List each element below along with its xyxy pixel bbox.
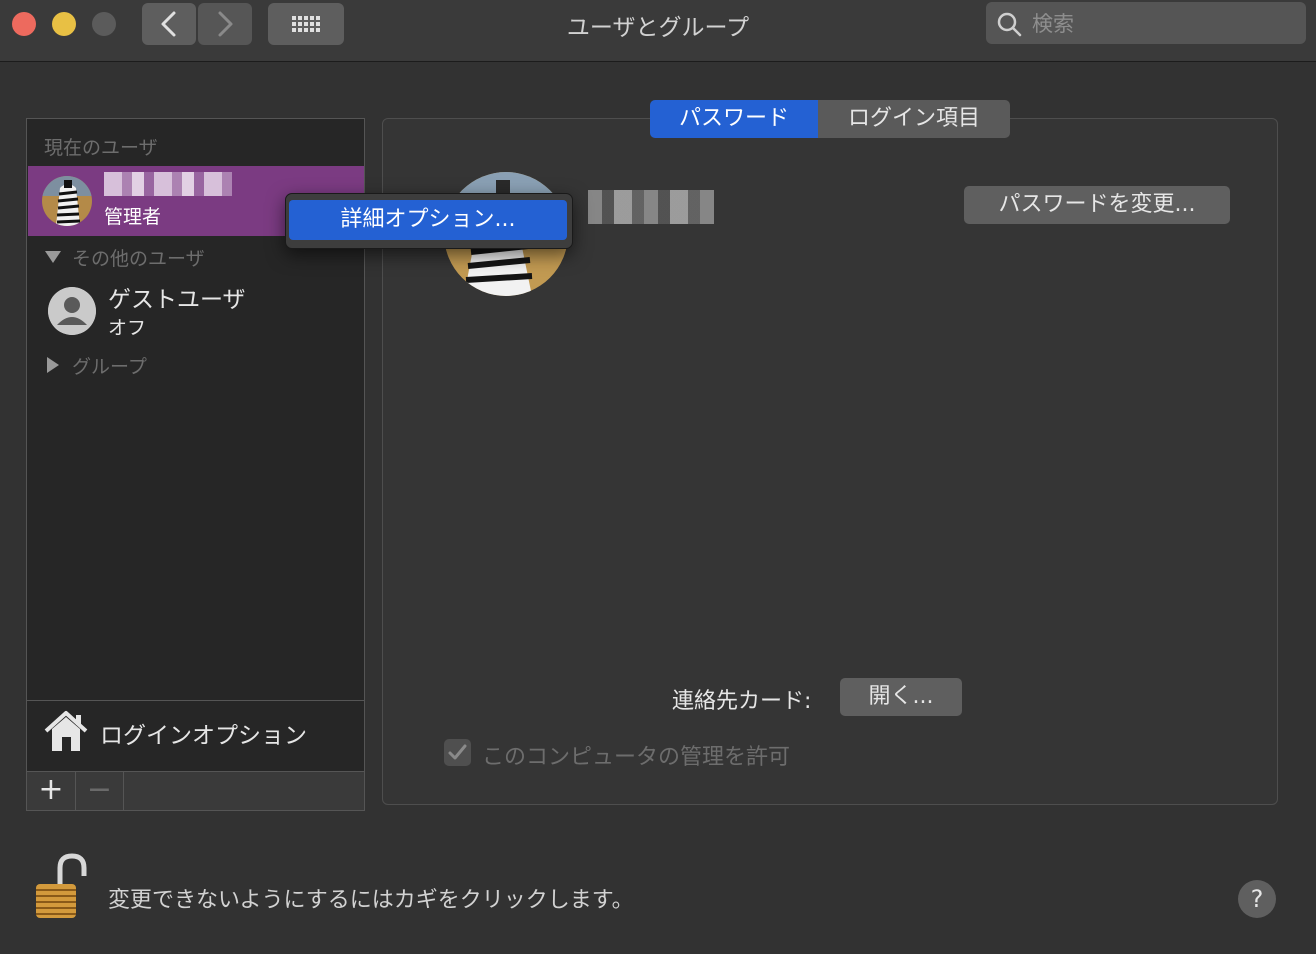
open-contact-card-button[interactable]: 開く... <box>840 678 962 716</box>
contact-card-label: 連絡先カード: <box>672 689 812 714</box>
minimize-window-button[interactable] <box>52 12 76 36</box>
current-user-name-redacted <box>104 172 232 196</box>
search-icon <box>997 12 1022 37</box>
guest-user-avatar <box>48 287 96 335</box>
chevron-left-icon <box>161 11 176 37</box>
grid-icon <box>292 16 320 32</box>
forward-button[interactable] <box>198 3 252 45</box>
search-placeholder: 検索 <box>1032 12 1074 36</box>
disclosure-collapsed-icon[interactable] <box>46 356 60 374</box>
add-user-button[interactable]: + <box>27 772 76 810</box>
menu-item-advanced-options[interactable]: 詳細オプション... <box>289 200 567 240</box>
allow-admin-checkbox[interactable] <box>444 739 471 766</box>
current-user-role: 管理者 <box>104 206 162 228</box>
close-window-button[interactable] <box>12 12 36 36</box>
guest-user-status: オフ <box>108 317 147 339</box>
show-all-button[interactable] <box>268 3 344 45</box>
help-button[interactable]: ? <box>1238 880 1276 918</box>
window-title: ユーザとグループ <box>566 15 750 41</box>
tab-password[interactable]: パスワード <box>650 100 818 138</box>
allow-admin-label: このコンピュータの管理を許可 <box>482 745 791 770</box>
back-button[interactable] <box>142 3 196 45</box>
lock-icon[interactable] <box>30 852 92 922</box>
guest-user-name[interactable]: ゲストユーザ <box>108 280 246 314</box>
lock-message: 変更できないようにするにはカギをクリックします。 <box>108 888 634 913</box>
checkmark-icon <box>448 744 467 760</box>
remove-user-button[interactable]: − <box>76 772 124 810</box>
change-password-button[interactable]: パスワードを変更... <box>964 186 1230 224</box>
groups-header[interactable]: グループ <box>72 352 147 379</box>
zoom-window-button[interactable] <box>92 12 116 36</box>
house-icon <box>44 711 88 751</box>
user-full-name-redacted <box>588 190 714 224</box>
login-options-label: ログインオプション <box>100 723 307 749</box>
other-users-header: その他のユーザ <box>72 248 205 270</box>
tab-login-items[interactable]: ログイン項目 <box>818 100 1010 138</box>
chevron-right-icon <box>218 11 233 37</box>
disclosure-expanded-icon[interactable] <box>44 250 62 264</box>
current-users-header: 現在のユーザ <box>44 137 158 159</box>
current-user-avatar <box>42 176 92 226</box>
